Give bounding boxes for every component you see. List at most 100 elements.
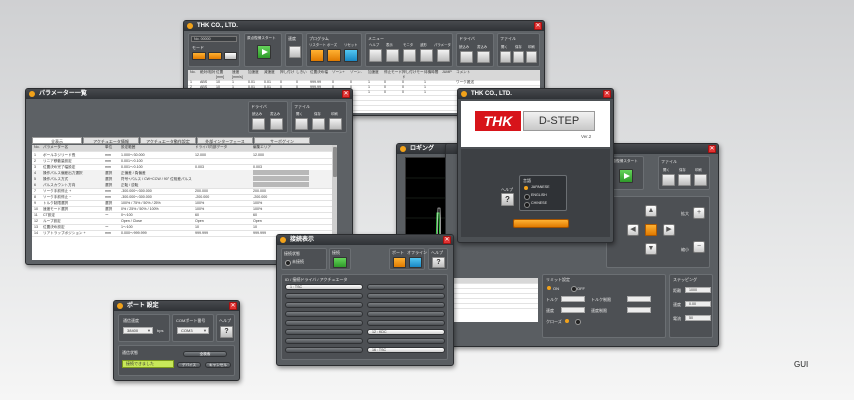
splash-ok-button[interactable]: [513, 219, 569, 228]
connection-close-button[interactable]: ✕: [443, 236, 451, 244]
control-open-button[interactable]: [662, 174, 675, 186]
driver-slot-button[interactable]: [285, 347, 363, 353]
driver-slot-button[interactable]: [285, 293, 363, 299]
menu-param-button[interactable]: [437, 49, 450, 62]
file-print-button[interactable]: [526, 51, 537, 63]
param-read-button[interactable]: [252, 118, 265, 130]
restart-button[interactable]: [310, 49, 324, 62]
menu-view-button[interactable]: [386, 49, 399, 62]
device-button[interactable]: デバイス: [177, 362, 201, 368]
stepping-current-field[interactable]: 50: [685, 315, 711, 321]
param-write-button[interactable]: [270, 118, 283, 130]
zoom-out-button[interactable]: −: [693, 241, 705, 253]
driver-slot-button[interactable]: [367, 302, 445, 308]
drive-read-button[interactable]: [460, 51, 473, 63]
control-save-button[interactable]: [678, 174, 691, 186]
file-open-button[interactable]: [500, 51, 511, 63]
driver-slot-button[interactable]: 1 : TSC: [285, 284, 363, 290]
port-close-button[interactable]: ✕: [229, 302, 237, 310]
driver-slot-button[interactable]: [367, 320, 445, 326]
baud-select[interactable]: 38400 ▼: [123, 327, 153, 334]
parameter-cell[interactable]: [253, 182, 309, 187]
tab-external-interface[interactable]: 外部インターフェース: [197, 137, 253, 144]
close-off-icon[interactable]: [575, 319, 581, 325]
splash-close-button[interactable]: ✕: [603, 90, 611, 98]
table-row[interactable]: [454, 303, 538, 309]
point-table-header-cell: 加速度: [248, 70, 259, 74]
driver-slot-button[interactable]: [285, 302, 363, 308]
stepping-distance-field[interactable]: 1000: [685, 287, 711, 293]
driver-slot-button[interactable]: [285, 311, 363, 317]
mode-manual-button[interactable]: [192, 52, 206, 60]
parameter-close-button[interactable]: ✕: [342, 90, 350, 98]
port-cancel-button[interactable]: キャンセル: [205, 362, 231, 368]
torque-limit-field[interactable]: [627, 296, 651, 302]
speed-field[interactable]: [561, 307, 585, 313]
pause-button[interactable]: [327, 49, 341, 62]
lang-japanese-radio-icon[interactable]: [524, 186, 528, 190]
port-button[interactable]: [393, 257, 406, 268]
tab-actuator-motion[interactable]: アクチュエータ動作設定: [140, 137, 196, 144]
speed-limit-field[interactable]: [627, 307, 651, 313]
speed-button[interactable]: [289, 46, 301, 58]
param-open-button[interactable]: [295, 118, 308, 130]
param-print-button[interactable]: [329, 118, 342, 130]
control-print-button[interactable]: [694, 174, 707, 186]
driver-slot-button[interactable]: [367, 284, 445, 290]
tab-all[interactable]: 全表示: [32, 137, 82, 144]
drive-write-button[interactable]: [477, 51, 490, 63]
node-field[interactable]: No. 00000: [191, 36, 237, 42]
origin-start-button[interactable]: [257, 45, 271, 59]
com-select[interactable]: COM3 ▼: [177, 327, 209, 334]
splash-title: THK CO., LTD.: [471, 91, 512, 97]
control-close-button[interactable]: ✕: [708, 145, 716, 153]
parameter-cell[interactable]: [253, 170, 309, 175]
driver-slot-button[interactable]: [285, 329, 363, 335]
splash-help-button[interactable]: ?: [501, 193, 514, 206]
mode-auto-button[interactable]: [208, 52, 222, 60]
driver-slot-button[interactable]: [367, 293, 445, 299]
torque-field[interactable]: [561, 296, 585, 302]
play-icon: [624, 173, 630, 179]
connection-help-button[interactable]: ?: [432, 257, 445, 268]
search-all-button[interactable]: 全検索: [183, 351, 227, 357]
driver-slot-button[interactable]: [285, 320, 363, 326]
jog-right-button[interactable]: ▶: [663, 224, 675, 236]
control-start-button[interactable]: [619, 169, 633, 183]
driver-slot-button[interactable]: 16 : TSC: [367, 347, 445, 353]
tab-actuator-info[interactable]: アクチュエータ情報: [83, 137, 139, 144]
parameter-cell[interactable]: [253, 176, 309, 181]
connection-status-panel: 接続状態 未接続: [281, 248, 327, 270]
point-table-header-cell: コメント: [456, 70, 471, 74]
close-on-icon[interactable]: [565, 319, 569, 323]
zoom-in-button[interactable]: +: [693, 207, 705, 219]
port-offline-panel: ポート オフライン: [389, 248, 427, 270]
main-window-close-button[interactable]: ✕: [534, 22, 542, 30]
jog-home-button[interactable]: [645, 224, 657, 236]
mode-jog-button[interactable]: [224, 52, 237, 60]
jog-up-button[interactable]: ▲: [645, 205, 657, 217]
driver-slot-button[interactable]: [367, 311, 445, 317]
reset-button[interactable]: [344, 49, 358, 62]
param-save-button[interactable]: [312, 118, 325, 130]
jog-left-button[interactable]: ◀: [627, 224, 639, 236]
radio-on-icon[interactable]: [547, 286, 551, 290]
file-save-button[interactable]: [513, 51, 524, 63]
offline-button[interactable]: [409, 257, 422, 268]
connect-button[interactable]: [333, 257, 347, 268]
parameter-scroll-thumb[interactable]: [332, 147, 337, 177]
driver-slot-button[interactable]: [367, 338, 445, 344]
parameter-cell: mm: [105, 231, 111, 235]
menu-wave-button[interactable]: [420, 49, 433, 62]
menu-monitor-button[interactable]: [403, 49, 416, 62]
menu-help-button[interactable]: [369, 49, 382, 62]
stepping-speed-field[interactable]: 0.00: [685, 301, 711, 307]
app-icon: [280, 237, 286, 243]
lang-english-radio-icon[interactable]: [524, 194, 530, 200]
driver-slot-button[interactable]: 12 : KDC: [367, 329, 445, 335]
port-help-button[interactable]: ?: [220, 326, 233, 338]
jog-down-button[interactable]: ▼: [645, 243, 657, 255]
tab-servo-gain[interactable]: サーボゲイン: [254, 137, 310, 144]
lang-chinese-radio-icon[interactable]: [524, 202, 530, 208]
driver-slot-button[interactable]: [285, 338, 363, 344]
